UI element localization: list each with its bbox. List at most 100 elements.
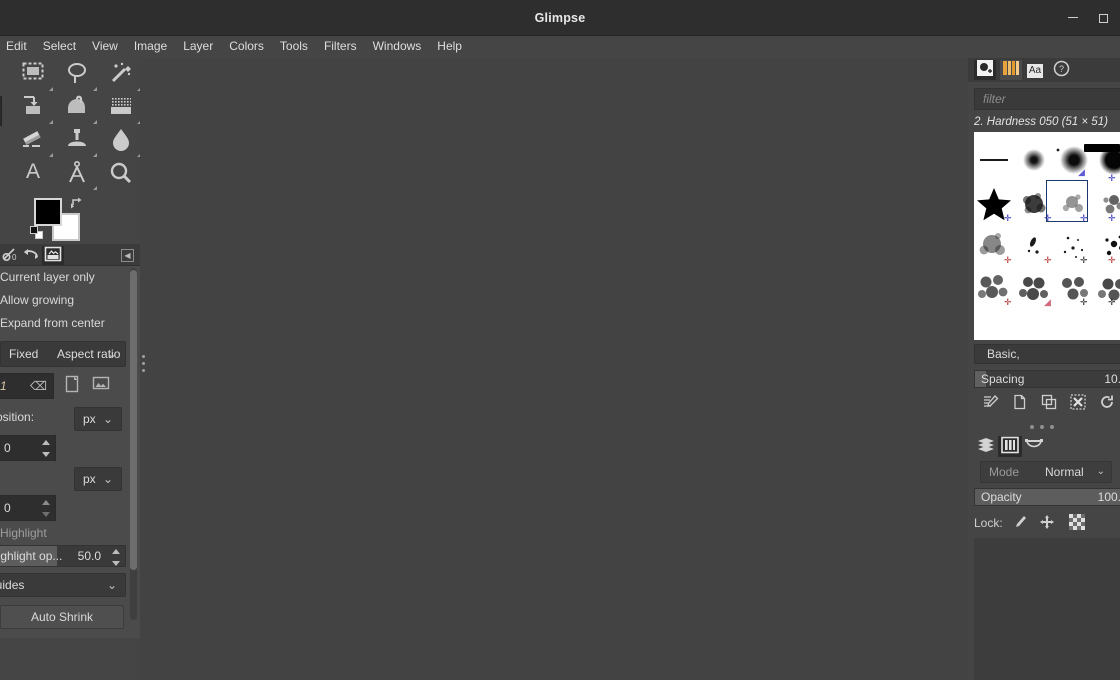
paths-tab[interactable] xyxy=(1022,436,1046,457)
option-expand-from-center[interactable]: Expand from center xyxy=(0,312,134,335)
tool-options-dock-header: 0 ◀ xyxy=(0,244,140,266)
aspect-ratio-input[interactable]: 1:1 ⌫ xyxy=(0,373,54,399)
menu-item-view[interactable]: View xyxy=(84,36,126,58)
fonts-tab-label: Aa xyxy=(1026,64,1044,78)
mode-label: Mode xyxy=(989,465,1020,479)
spinner-arrows[interactable] xyxy=(42,439,51,458)
menu-item-edit[interactable]: Edit xyxy=(0,36,35,58)
gradients-tab[interactable] xyxy=(1000,60,1022,80)
clear-icon[interactable]: ⌫ xyxy=(30,374,47,398)
fixed-aspect-combo[interactable]: Fixed Aspect ratio ⌄ xyxy=(0,341,126,367)
landscape-orientation-icon[interactable] xyxy=(92,375,114,395)
size-unit-value: px xyxy=(83,472,96,486)
help-tab[interactable]: ? xyxy=(1050,60,1072,80)
lock-pixels-icon[interactable] xyxy=(1010,514,1032,532)
selected-brush-label: 2. Hardness 050 (51 × 51) xyxy=(974,116,1108,128)
free-select-tool[interactable] xyxy=(54,60,100,92)
clone-tool[interactable] xyxy=(54,126,100,158)
option-allow-growing[interactable]: Allow growing xyxy=(0,289,134,312)
position-y-spinner[interactable]: 0 xyxy=(0,435,56,461)
layer-mode-combo[interactable]: Mode Normal ⌄ xyxy=(980,461,1112,483)
svg-text:?: ? xyxy=(1058,64,1063,74)
chevron-down-icon: ⌄ xyxy=(1096,466,1105,477)
brush-item[interactable] xyxy=(974,140,1014,180)
selected-brush-highlight xyxy=(1046,180,1088,222)
auto-shrink-button[interactable]: Auto Shrink xyxy=(0,605,124,629)
brush-tag-marker: ✛ xyxy=(1080,297,1088,307)
menu-item-image[interactable]: Image xyxy=(126,36,175,58)
pattern-fill-tool[interactable] xyxy=(98,93,140,125)
right-dock: Aa ? filter 2. Hardness 050 (51 × 51) ◢ … xyxy=(968,58,1120,680)
layer-list[interactable] xyxy=(974,538,1120,680)
menu-item-layer[interactable]: Layer xyxy=(175,36,221,58)
menu-item-colors[interactable]: Colors xyxy=(221,36,272,58)
size-unit-combo[interactable]: px ⌄ xyxy=(74,467,122,491)
menu-item-select[interactable]: Select xyxy=(35,36,84,58)
brush-tag-marker: ✛ xyxy=(1108,297,1116,307)
brush-spacing-slider[interactable]: Spacing 10. xyxy=(974,370,1120,388)
fonts-tab[interactable]: Aa xyxy=(1024,60,1046,80)
brush-item[interactable] xyxy=(1094,268,1120,308)
spinner-arrows[interactable] xyxy=(112,548,121,567)
layers-tab[interactable] xyxy=(974,436,998,457)
minimize-button[interactable] xyxy=(1062,8,1084,28)
brush-item[interactable] xyxy=(1094,184,1120,224)
option-highlight[interactable]: Highlight xyxy=(0,523,134,543)
brush-item[interactable] xyxy=(1038,132,1078,162)
brushes-tab[interactable] xyxy=(974,60,996,80)
brush-filter-input[interactable]: filter xyxy=(974,88,1120,110)
brush-item[interactable] xyxy=(1094,226,1120,266)
menu-item-help[interactable]: Help xyxy=(429,36,470,58)
dock-separator-handle[interactable] xyxy=(968,420,1120,434)
position-unit-combo[interactable]: px ⌄ xyxy=(74,407,122,431)
highlight-opacity-label: Highlight op... xyxy=(0,549,63,563)
delete-brush-button[interactable] xyxy=(1067,394,1089,416)
canvas-area[interactable] xyxy=(140,58,968,680)
refresh-brushes-button[interactable] xyxy=(1096,394,1118,416)
text-tool[interactable]: A xyxy=(10,159,56,191)
edit-brush-button[interactable] xyxy=(980,394,1002,416)
brush-tags-input[interactable]: Basic, xyxy=(974,344,1120,364)
bucket-fill-tool[interactable] xyxy=(54,93,100,125)
smudge-tool[interactable] xyxy=(98,126,140,158)
reset-colors-icon[interactable] xyxy=(30,226,44,240)
menu-item-tools[interactable]: Tools xyxy=(272,36,316,58)
guides-combo[interactable]: guides ⌄ xyxy=(0,573,126,597)
swap-colors-icon[interactable] xyxy=(70,196,84,210)
brush-grid[interactable]: ◢ ✛ ✛ ✛ ✛ ✛ ✛ ✛ ✛ ✛ ✛ ◢ ✛ ✛ xyxy=(974,132,1120,340)
lock-alpha-icon[interactable] xyxy=(1066,514,1088,532)
spinner-arrows[interactable] xyxy=(42,499,51,518)
clipped-tool-button[interactable] xyxy=(0,96,2,126)
eraser-tool[interactable] xyxy=(10,126,56,158)
highlight-opacity-slider[interactable]: Highlight op... 50.0 xyxy=(0,545,126,567)
menu-item-filters[interactable]: Filters xyxy=(316,36,365,58)
dock-resize-handle[interactable] xyxy=(140,355,147,381)
tool-options-scrollbar[interactable] xyxy=(130,268,137,620)
lock-position-icon[interactable] xyxy=(1036,514,1058,532)
menu-item-windows[interactable]: Windows xyxy=(365,36,430,58)
brush-item[interactable] xyxy=(1054,226,1094,266)
brush-item[interactable] xyxy=(1078,132,1120,160)
dock-menu-button[interactable]: ◀ xyxy=(121,249,134,262)
chevron-down-icon: ⌄ xyxy=(106,578,117,592)
size-height-value: 0 xyxy=(4,501,11,515)
channels-tab[interactable] xyxy=(998,436,1022,457)
duplicate-brush-button[interactable] xyxy=(1038,394,1060,416)
portrait-orientation-icon[interactable] xyxy=(64,375,86,395)
foreground-color-swatch[interactable] xyxy=(34,198,62,226)
brush-item[interactable] xyxy=(1054,268,1094,308)
layer-opacity-slider[interactable]: Opacity 100. xyxy=(974,488,1120,506)
rectangle-select-tool[interactable] xyxy=(10,60,56,92)
size-height-spinner[interactable]: 0 xyxy=(0,495,56,521)
maximize-button[interactable] xyxy=(1092,8,1114,28)
tool-options-tab[interactable] xyxy=(42,246,64,265)
fuzzy-select-tool[interactable] xyxy=(98,60,140,92)
option-label: Expand from center xyxy=(0,316,105,330)
undo-history-tab[interactable] xyxy=(20,246,42,265)
measure-tool[interactable] xyxy=(54,159,100,191)
new-brush-button[interactable] xyxy=(1009,394,1031,416)
move-tool[interactable] xyxy=(10,93,56,125)
option-current-layer-only[interactable]: Current layer only xyxy=(0,266,134,289)
device-status-tab[interactable]: 0 xyxy=(0,246,22,265)
zoom-tool[interactable] xyxy=(98,159,140,191)
